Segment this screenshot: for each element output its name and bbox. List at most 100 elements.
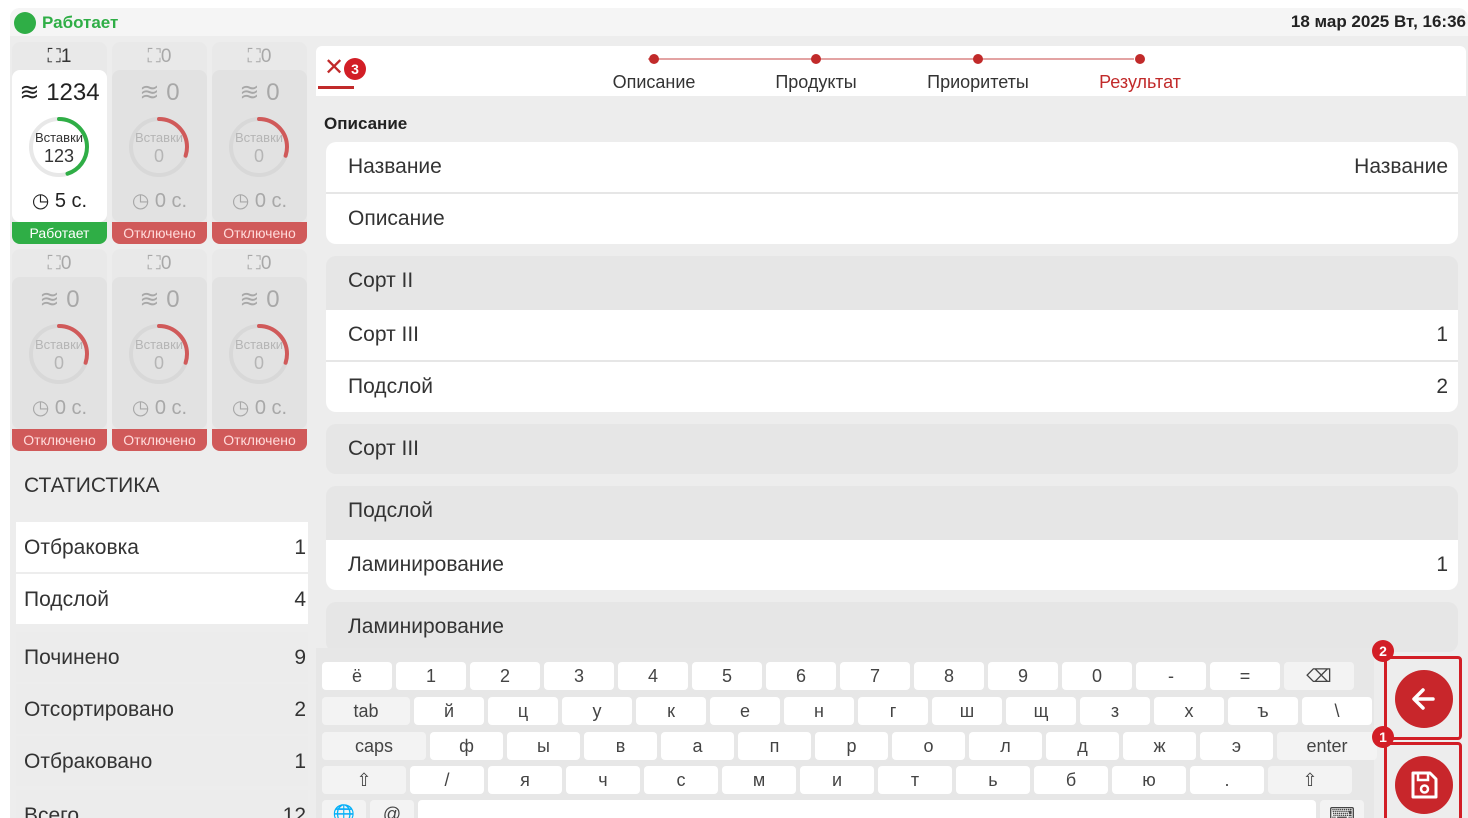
key[interactable]: 8: [914, 662, 984, 690]
tab-step[interactable]: Результат: [1060, 72, 1220, 93]
key[interactable]: я: [488, 766, 562, 794]
key[interactable]: ф: [430, 732, 503, 760]
result-row[interactable]: Название Название: [326, 142, 1458, 192]
machine-tile[interactable]: ⛶1 ≋ 1234 Вставки 123 ◷ 5 с. Работает: [12, 42, 107, 244]
key[interactable]: н: [784, 697, 854, 725]
machine-tile[interactable]: ⛶0 ≋ 0 Вставки 0 ◷ 0 с. Отключено: [112, 42, 207, 244]
gauge-label: Вставки: [34, 337, 84, 352]
result-card: Подслой Ламинирование 1: [326, 486, 1458, 590]
save-button[interactable]: [1395, 756, 1453, 814]
key[interactable]: 5: [692, 662, 762, 690]
key[interactable]: ь: [956, 766, 1030, 794]
key[interactable]: 6: [766, 662, 836, 690]
stat-value: 4: [294, 588, 306, 611]
key[interactable]: \: [1302, 697, 1372, 725]
key[interactable]: ⌨: [1320, 800, 1364, 818]
key[interactable]: т: [878, 766, 952, 794]
key[interactable]: ⇧: [322, 766, 406, 794]
key[interactable]: ш: [932, 697, 1002, 725]
key[interactable]: 🌐: [322, 800, 366, 818]
key[interactable]: о: [892, 732, 965, 760]
row-label: Название: [348, 155, 442, 178]
close-badge: 3: [344, 58, 366, 80]
timer: ◷ 5 с.: [31, 190, 88, 212]
stat-label: Всего: [24, 804, 80, 818]
result-row[interactable]: Подслой 2: [326, 362, 1458, 412]
machine-tile[interactable]: ⛶0 ≋ 0 Вставки 0 ◷ 0 с. Отключено: [112, 249, 207, 451]
result-row[interactable]: Сорт II: [326, 256, 1458, 306]
key[interactable]: caps: [322, 732, 426, 760]
key[interactable]: х: [1154, 697, 1224, 725]
key[interactable]: е: [710, 697, 780, 725]
key[interactable]: у: [562, 697, 632, 725]
key[interactable]: @: [370, 800, 414, 818]
stat-row: Отбраковано 1: [16, 736, 308, 786]
tab-step[interactable]: Продукты: [736, 72, 896, 93]
key[interactable]: 4: [618, 662, 688, 690]
key[interactable]: enter: [1277, 732, 1377, 760]
key[interactable]: р: [815, 732, 888, 760]
key[interactable]: /: [410, 766, 484, 794]
key[interactable]: ы: [507, 732, 580, 760]
machine-tile[interactable]: ⛶0 ≋ 0 Вставки 0 ◷ 0 с. Отключено: [12, 249, 107, 451]
inserts-gauge: Вставки 123: [24, 112, 94, 182]
back-button[interactable]: [1395, 670, 1453, 728]
result-row[interactable]: Сорт III: [326, 424, 1458, 474]
gauge-value: 0: [253, 146, 264, 166]
close-icon[interactable]: ✕: [324, 56, 344, 80]
result-card: Сорт III: [326, 424, 1458, 474]
result-row[interactable]: Ламинирование 1: [326, 540, 1458, 590]
key[interactable]: ё: [322, 662, 392, 690]
statistics-title: СТАТИСТИКА: [24, 474, 160, 497]
key[interactable]: ␣: [418, 800, 1316, 818]
step-progress-line: [648, 58, 1134, 60]
key[interactable]: й: [414, 697, 484, 725]
scan-icon: ⛶: [247, 253, 261, 274]
key[interactable]: с: [644, 766, 718, 794]
machine-tile[interactable]: ⛶0 ≋ 0 Вставки 0 ◷ 0 с. Отключено: [212, 249, 307, 451]
key[interactable]: ч: [566, 766, 640, 794]
key[interactable]: =: [1210, 662, 1280, 690]
key[interactable]: г: [858, 697, 928, 725]
result-row[interactable]: Ламинирование: [326, 602, 1458, 652]
key[interactable]: в: [584, 732, 657, 760]
stat-row: Всего 12: [16, 790, 308, 818]
key[interactable]: б: [1034, 766, 1108, 794]
key[interactable]: з: [1080, 697, 1150, 725]
key[interactable]: 2: [470, 662, 540, 690]
key[interactable]: -: [1136, 662, 1206, 690]
tab-step[interactable]: Приоритеты: [898, 72, 1058, 93]
layers-icon: ≋: [139, 286, 160, 313]
result-row[interactable]: Подслой: [326, 486, 1458, 536]
stat-label: Отбраковано: [24, 750, 153, 773]
key[interactable]: ⌫: [1284, 662, 1354, 690]
tab-step[interactable]: Описание: [574, 72, 734, 93]
key[interactable]: 7: [840, 662, 910, 690]
key[interactable]: ю: [1112, 766, 1186, 794]
key[interactable]: а: [661, 732, 734, 760]
key[interactable]: м: [722, 766, 796, 794]
key[interactable]: ⇧: [1268, 766, 1352, 794]
key[interactable]: д: [1046, 732, 1119, 760]
key[interactable]: ц: [488, 697, 558, 725]
key[interactable]: к: [636, 697, 706, 725]
inserts-gauge: Вставки 0: [124, 112, 194, 182]
key[interactable]: э: [1200, 732, 1273, 760]
key[interactable]: 3: [544, 662, 614, 690]
key[interactable]: ж: [1123, 732, 1196, 760]
step-dot: [1135, 54, 1145, 64]
key[interactable]: ъ: [1228, 697, 1298, 725]
key[interactable]: и: [800, 766, 874, 794]
key[interactable]: 9: [988, 662, 1058, 690]
key[interactable]: л: [969, 732, 1042, 760]
result-row[interactable]: Описание: [326, 194, 1458, 244]
key[interactable]: 0: [1062, 662, 1132, 690]
key[interactable]: .: [1190, 766, 1264, 794]
result-row[interactable]: Сорт III 1: [326, 310, 1458, 360]
key[interactable]: щ: [1006, 697, 1076, 725]
key[interactable]: п: [738, 732, 811, 760]
key[interactable]: 1: [396, 662, 466, 690]
key[interactable]: tab: [322, 697, 410, 725]
datetime: 18 мар 2025 Вт, 16:36: [1290, 12, 1466, 31]
machine-tile[interactable]: ⛶0 ≋ 0 Вставки 0 ◷ 0 с. Отключено: [212, 42, 307, 244]
